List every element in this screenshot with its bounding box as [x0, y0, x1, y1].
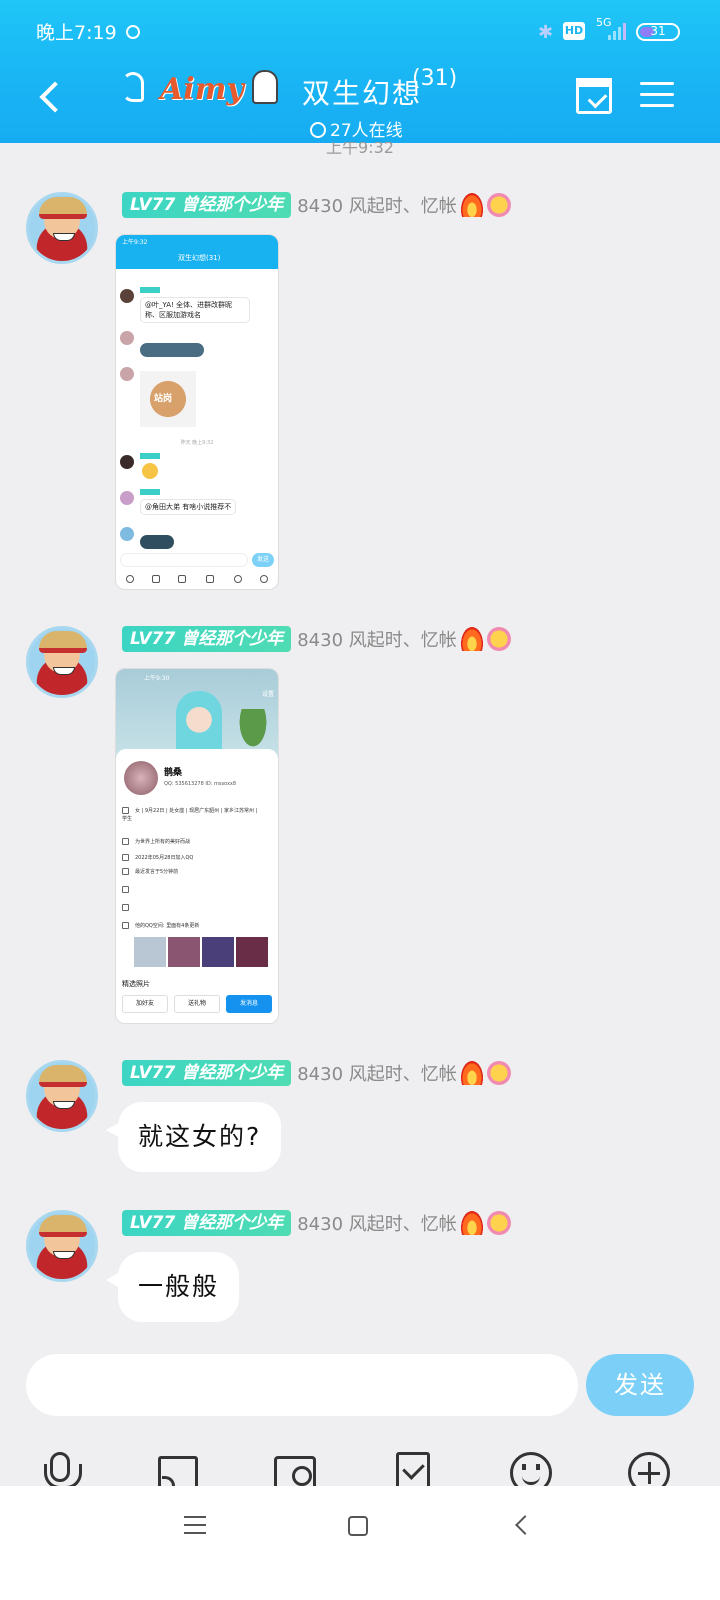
mini-timestamp: 昨天 晚上9:32: [180, 440, 214, 446]
bluetooth-icon: ✱: [538, 22, 554, 43]
avatar[interactable]: [26, 1210, 98, 1282]
status-time: 晚上7:19: [36, 22, 117, 44]
sender-info: LV77 曾经那个少年 8430 风起时、忆帐: [122, 1060, 511, 1086]
back-nav-icon[interactable]: [515, 1515, 535, 1535]
online-status[interactable]: 27人在线: [310, 116, 403, 141]
profile-avatar: [124, 761, 158, 795]
group-logo: Aimy: [160, 72, 244, 107]
chevron-down-icon: [310, 122, 326, 138]
smile-badge-icon: [486, 1061, 511, 1085]
mini-status-time: 上午9:32: [122, 239, 148, 246]
send-button[interactable]: 发送: [586, 1354, 694, 1416]
level-tag: LV77 曾经那个少年: [122, 192, 292, 218]
fire-badge-icon: [460, 193, 483, 217]
ghost-icon: [252, 70, 278, 106]
message-input[interactable]: [26, 1354, 578, 1416]
level-tag: LV77 曾经那个少年: [122, 626, 292, 652]
level-tag: LV77 曾经那个少年: [122, 1060, 292, 1086]
menu-icon[interactable]: [640, 80, 674, 110]
sender-info: LV77 曾经那个少年 8430 风起时、忆帐: [122, 1210, 511, 1236]
sender-info: LV77 曾经那个少年 8430 风起时、忆帐: [122, 192, 511, 218]
mini-message: @叶_YA! 全体、进群改群昵称、区服加游戏名: [140, 297, 250, 323]
ear-icon[interactable]: [122, 72, 144, 102]
home-icon[interactable]: [348, 1516, 368, 1536]
level-tag: LV77 曾经那个少年: [122, 1210, 292, 1236]
mini-send: 发送: [252, 553, 274, 567]
fire-badge-icon: [460, 1211, 483, 1235]
hd-icon: HD: [563, 22, 585, 40]
dog-sticker: 站岗: [140, 371, 196, 427]
fire-badge-icon: [460, 1061, 483, 1085]
smile-badge-icon: [486, 1211, 511, 1235]
profile-name: 鹊桑: [164, 768, 183, 778]
avatar[interactable]: [26, 626, 98, 698]
message-item: LV77 曾经那个少年 8430 风起时、忆帐 上午9:30 设置 鹊桑 QQ: …: [0, 626, 720, 1026]
sender-nickname: 8430 风起时、忆帐: [297, 630, 457, 651]
status-bar: 晚上7:19 ✱ HD 5G 31: [0, 0, 720, 60]
avatar[interactable]: [26, 192, 98, 264]
chat-header: 晚上7:19 ✱ HD 5G 31 Aimy 双生幻想 (31) 27人在线: [0, 0, 720, 143]
member-count: (31): [412, 66, 458, 91]
calendar-check-icon[interactable]: [576, 78, 612, 114]
smile-badge-icon: [486, 193, 511, 217]
signal-icon: [608, 22, 630, 40]
mini-group-name: 双生幻想(31): [178, 254, 221, 262]
text-message[interactable]: 一般般: [105, 1252, 240, 1322]
sender-info: LV77 曾经那个少年 8430 风起时、忆帐: [122, 626, 511, 652]
image-message[interactable]: 上午9:32 双生幻想(31) @叶_YA! 全体、进群改群昵称、区服加游戏名 …: [115, 234, 279, 590]
sender-nickname: 8430 风起时、忆帐: [297, 196, 457, 217]
text-message[interactable]: 就这女的?: [105, 1102, 282, 1172]
message-item: LV77 曾经那个少年 8430 风起时、忆帐 一般般: [0, 1210, 720, 1330]
sender-nickname: 8430 风起时、忆帐: [297, 1214, 457, 1235]
back-button[interactable]: [36, 78, 66, 118]
message-composer: 发送: [0, 1346, 720, 1494]
online-count: 27人在线: [330, 121, 403, 141]
avatar[interactable]: [26, 1060, 98, 1132]
sender-nickname: 8430 风起时、忆帐: [297, 1064, 457, 1085]
fire-badge-icon: [460, 627, 483, 651]
smile-badge-icon: [486, 627, 511, 651]
image-message[interactable]: 上午9:30 设置 鹊桑 QQ: 535613278 ID: mssoxx8 女…: [115, 668, 279, 1024]
recent-apps-icon[interactable]: [184, 1516, 206, 1536]
battery-icon: 31: [636, 23, 680, 41]
message-item: LV77 曾经那个少年 8430 风起时、忆帐 就这女的?: [0, 1060, 720, 1180]
profile-qq: QQ: 535613278 ID: mssoxx8: [164, 781, 237, 787]
group-name[interactable]: 双生幻想: [302, 72, 422, 112]
message-item: LV77 曾经那个少年 8430 风起时、忆帐 上午9:32 双生幻想(31) @…: [0, 192, 720, 592]
battery-level: 31: [650, 24, 666, 38]
notification-icon: [126, 25, 140, 39]
mini-message: @角田大弟 有啥小说推荐不: [140, 499, 237, 515]
system-navigation-bar: [0, 1486, 720, 1600]
